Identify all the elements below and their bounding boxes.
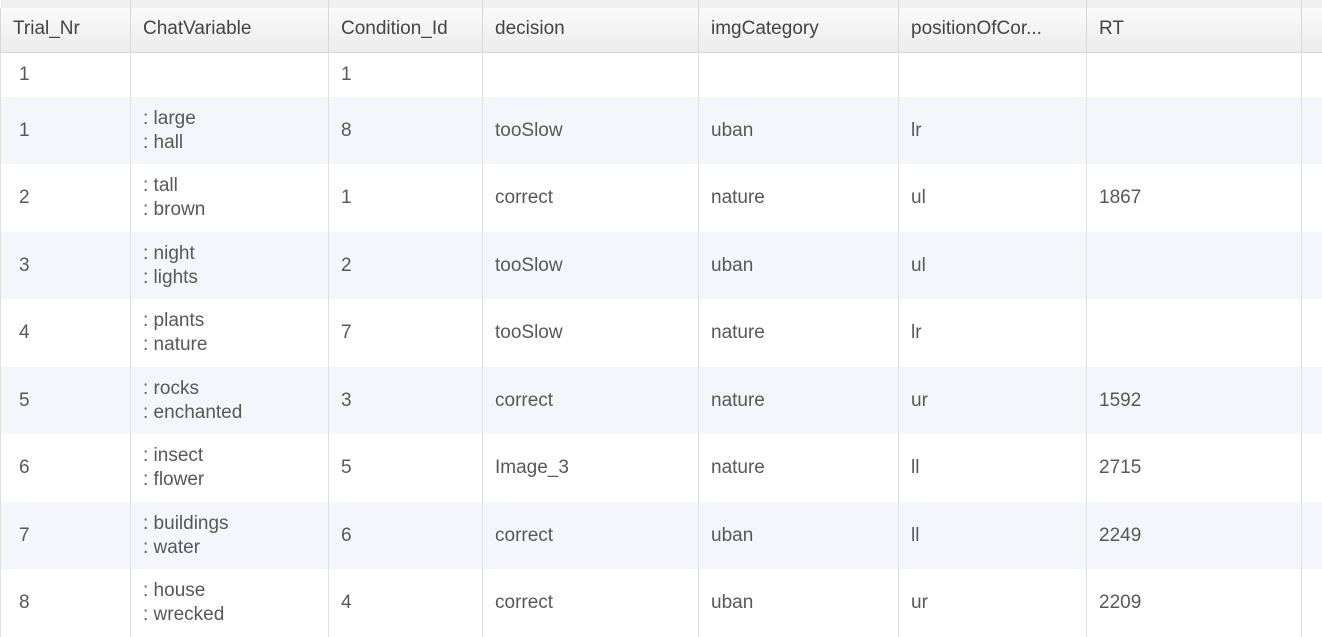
cell-img_category[interactable]: nature	[699, 367, 899, 435]
cell-chat_var[interactable]: : large : hall	[131, 97, 329, 165]
cell-extra[interactable]	[1302, 97, 1322, 165]
cell-trial_nr[interactable]: 2	[1, 164, 131, 232]
table-row[interactable]: 6: insect : flower5Image_3naturell2715	[1, 434, 1322, 502]
cell-extra[interactable]	[1302, 569, 1322, 637]
cell-chat_var[interactable]: : house : wrecked	[131, 569, 329, 637]
header-row: Trial_Nr ChatVariable Condition_Id decis…	[1, 8, 1322, 53]
col-header-position[interactable]: positionOfCor...	[899, 8, 1087, 53]
cell-chat_var[interactable]: : buildings : water	[131, 502, 329, 570]
cell-img_category[interactable]: uban	[699, 502, 899, 570]
cell-trial_nr[interactable]: 5	[1, 367, 131, 435]
cell-img_category[interactable]: uban	[699, 232, 899, 300]
table-row[interactable]: 11	[1, 53, 1322, 97]
cell-chat_var[interactable]	[131, 53, 329, 97]
cell-chat_var[interactable]: : rocks : enchanted	[131, 367, 329, 435]
cell-img_category[interactable]: nature	[699, 299, 899, 367]
cell-chat_var[interactable]: : plants : nature	[131, 299, 329, 367]
cell-rt[interactable]: 1867	[1087, 164, 1302, 232]
col-header-extra[interactable]	[1302, 8, 1322, 53]
table-row[interactable]: 5: rocks : enchanted3correctnatureur1592	[1, 367, 1322, 435]
table-body: 111: large : hall8tooSlowubanlr2: tall :…	[1, 53, 1322, 637]
cell-rt[interactable]: 2715	[1087, 434, 1302, 502]
cell-img_category[interactable]: uban	[699, 569, 899, 637]
cell-position[interactable]: ul	[899, 232, 1087, 300]
cell-img_category[interactable]: uban	[699, 97, 899, 165]
cell-trial_nr[interactable]: 1	[1, 53, 131, 97]
cell-extra[interactable]	[1302, 367, 1322, 435]
cell-decision[interactable]: tooSlow	[483, 97, 699, 165]
data-table[interactable]: Trial_Nr ChatVariable Condition_Id decis…	[0, 0, 1322, 637]
cell-rt[interactable]	[1087, 53, 1302, 97]
cell-decision[interactable]: tooSlow	[483, 232, 699, 300]
cell-trial_nr[interactable]: 8	[1, 569, 131, 637]
table-row[interactable]: 1: large : hall8tooSlowubanlr	[1, 97, 1322, 165]
cell-condition_id[interactable]: 2	[329, 232, 483, 300]
table-row[interactable]: 4: plants : nature7tooSlownaturelr	[1, 299, 1322, 367]
table-row[interactable]: 2: tall : brown1correctnatureul1867	[1, 164, 1322, 232]
table-row[interactable]: 8: house : wrecked4correctubanur2209	[1, 569, 1322, 637]
cell-decision[interactable]: correct	[483, 502, 699, 570]
cell-chat_var[interactable]: : tall : brown	[131, 164, 329, 232]
cell-position[interactable]: ur	[899, 569, 1087, 637]
cell-chat_var[interactable]: : night : lights	[131, 232, 329, 300]
cell-extra[interactable]	[1302, 53, 1322, 97]
cell-decision[interactable]: tooSlow	[483, 299, 699, 367]
cell-img_category[interactable]	[699, 53, 899, 97]
cell-condition_id[interactable]: 5	[329, 434, 483, 502]
cell-chat_var[interactable]: : insect : flower	[131, 434, 329, 502]
cell-condition_id[interactable]: 6	[329, 502, 483, 570]
cell-decision[interactable]: correct	[483, 569, 699, 637]
cell-extra[interactable]	[1302, 299, 1322, 367]
table-row[interactable]: 7: buildings : water6correctubanll2249	[1, 502, 1322, 570]
cell-position[interactable]: ul	[899, 164, 1087, 232]
cell-trial_nr[interactable]: 7	[1, 502, 131, 570]
cell-rt[interactable]: 2209	[1087, 569, 1302, 637]
cell-trial_nr[interactable]: 3	[1, 232, 131, 300]
table-row[interactable]: 3: night : lights2tooSlowubanul	[1, 232, 1322, 300]
cell-rt[interactable]	[1087, 232, 1302, 300]
cell-position[interactable]: lr	[899, 97, 1087, 165]
cell-condition_id[interactable]: 8	[329, 97, 483, 165]
cell-img_category[interactable]: nature	[699, 164, 899, 232]
cell-rt[interactable]	[1087, 299, 1302, 367]
cell-extra[interactable]	[1302, 232, 1322, 300]
cell-condition_id[interactable]: 1	[329, 53, 483, 97]
cell-decision[interactable]	[483, 53, 699, 97]
cell-condition_id[interactable]: 1	[329, 164, 483, 232]
cell-decision[interactable]: correct	[483, 164, 699, 232]
col-header-chatvariable[interactable]: ChatVariable	[131, 8, 329, 53]
cell-position[interactable]: ll	[899, 434, 1087, 502]
cell-condition_id[interactable]: 3	[329, 367, 483, 435]
cell-trial_nr[interactable]: 6	[1, 434, 131, 502]
col-header-decision[interactable]: decision	[483, 8, 699, 53]
cell-extra[interactable]	[1302, 164, 1322, 232]
cell-position[interactable]: ll	[899, 502, 1087, 570]
col-header-imgcategory[interactable]: imgCategory	[699, 8, 899, 53]
col-header-condition-id[interactable]: Condition_Id	[329, 8, 483, 53]
cell-extra[interactable]	[1302, 434, 1322, 502]
cell-position[interactable]: ur	[899, 367, 1087, 435]
cell-rt[interactable]: 2249	[1087, 502, 1302, 570]
cell-extra[interactable]	[1302, 502, 1322, 570]
cell-decision[interactable]: correct	[483, 367, 699, 435]
col-header-rt[interactable]: RT	[1087, 8, 1302, 53]
cell-rt[interactable]	[1087, 97, 1302, 165]
col-header-trial-nr[interactable]: Trial_Nr	[1, 8, 131, 53]
cell-rt[interactable]: 1592	[1087, 367, 1302, 435]
cell-condition_id[interactable]: 7	[329, 299, 483, 367]
cell-img_category[interactable]: nature	[699, 434, 899, 502]
cell-trial_nr[interactable]: 1	[1, 97, 131, 165]
cell-trial_nr[interactable]: 4	[1, 299, 131, 367]
cell-condition_id[interactable]: 4	[329, 569, 483, 637]
header-spacer	[1, 0, 1322, 8]
cell-position[interactable]: lr	[899, 299, 1087, 367]
cell-position[interactable]	[899, 53, 1087, 97]
cell-decision[interactable]: Image_3	[483, 434, 699, 502]
